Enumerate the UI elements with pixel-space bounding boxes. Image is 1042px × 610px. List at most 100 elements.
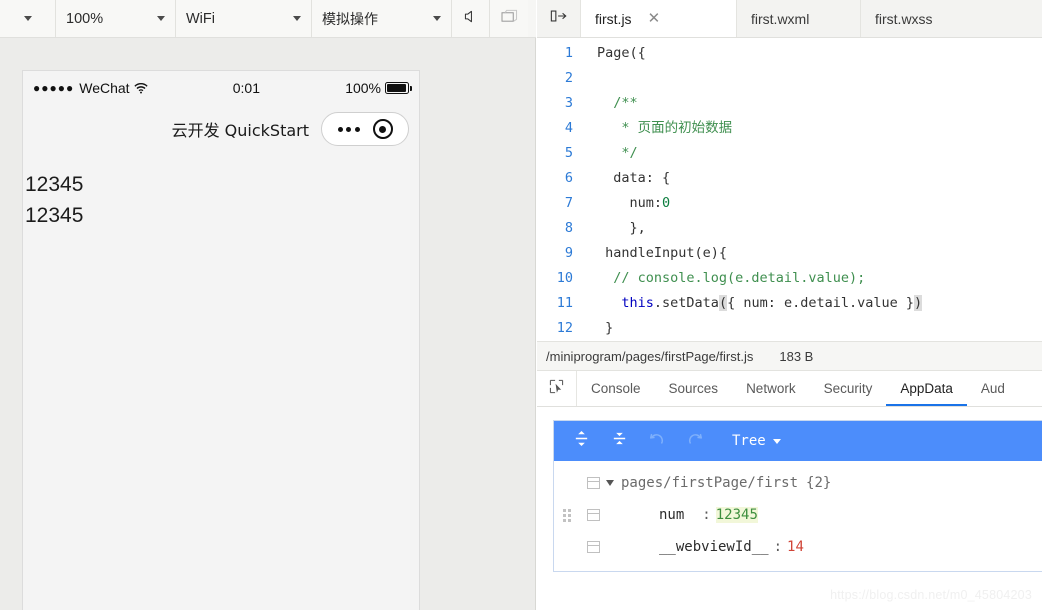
- code-text: handleInput(e){: [583, 241, 727, 266]
- tab-label: first.wxss: [875, 10, 933, 27]
- phone-simulator[interactable]: ●●●●● WeChat 0:01 100% 云开发 QuickStart 12…: [22, 70, 420, 610]
- tree-value[interactable]: 12345: [715, 507, 758, 523]
- more-dots-icon[interactable]: [337, 126, 360, 132]
- tree-row-root[interactable]: pages/firstPage/first {2}: [554, 467, 1042, 499]
- screen-icon: [500, 9, 518, 29]
- signal-dots-icon: ●●●●●: [33, 81, 75, 95]
- tree-key: num: [659, 507, 685, 523]
- code-line[interactable]: 12 }: [537, 316, 1042, 341]
- network-select[interactable]: WiFi: [176, 0, 312, 37]
- code-text: Page({: [583, 41, 646, 66]
- code-text: }: [583, 316, 613, 341]
- tab-label: Sources: [668, 381, 719, 396]
- line-number: 1: [564, 45, 573, 61]
- devtools-window: 100% WiFi 模拟操作 ●●●●● WeChat 0:01 100% 云开…: [0, 0, 1042, 610]
- tab-label: Security: [823, 381, 873, 396]
- code-token: this: [621, 295, 654, 311]
- line-number: 11: [556, 295, 573, 311]
- panel-expand-button[interactable]: [537, 0, 581, 37]
- undo-button[interactable]: [640, 424, 674, 458]
- code-line[interactable]: 8 },: [537, 216, 1042, 241]
- drag-handle[interactable]: [554, 508, 580, 522]
- tab-first-js[interactable]: first.js ✕: [581, 0, 737, 37]
- code-line[interactable]: 2: [537, 66, 1042, 91]
- wechat-capsule[interactable]: [321, 112, 409, 146]
- screen-toggle-button[interactable]: [490, 0, 528, 37]
- tab-console[interactable]: Console: [577, 371, 655, 406]
- tab-label: Aud: [980, 381, 1005, 396]
- file-path: /miniprogram/pages/firstPage/first.js: [546, 348, 754, 364]
- target-icon[interactable]: [372, 119, 393, 139]
- simulator-pane: 100% WiFi 模拟操作 ●●●●● WeChat 0:01 100% 云开…: [0, 0, 536, 610]
- close-icon[interactable]: ✕: [648, 11, 661, 26]
- object-icon: [580, 477, 606, 489]
- zoom-value: 100%: [66, 10, 104, 27]
- tab-security[interactable]: Security: [810, 371, 887, 406]
- tree-value[interactable]: 14: [787, 539, 804, 555]
- code-text: /**: [583, 91, 638, 116]
- code-token: /**: [597, 95, 638, 111]
- tab-label: Network: [746, 381, 796, 396]
- wifi-icon: [133, 81, 148, 96]
- line-number: 6: [564, 170, 573, 186]
- chevron-down-icon: [23, 16, 32, 21]
- code-line[interactable]: 11 this.setData({ num: e.detail.value }): [537, 291, 1042, 316]
- simulate-action-value: 模拟操作: [322, 11, 378, 28]
- code-text: num:0: [583, 191, 671, 216]
- mute-button[interactable]: [452, 0, 490, 37]
- tab-sources[interactable]: Sources: [655, 371, 733, 406]
- redo-button[interactable]: [678, 424, 712, 458]
- file-size: 183 B: [779, 348, 814, 364]
- code-text: * 页面的初始数据: [583, 116, 732, 141]
- code-token: num:: [597, 195, 663, 211]
- code-token: .setData: [653, 295, 719, 311]
- battery-percent: 100%: [345, 80, 381, 96]
- inspect-element-button[interactable]: [537, 371, 577, 406]
- expand-all-button[interactable]: [564, 424, 598, 458]
- tree-row-webviewid[interactable]: __webviewId__ : 14: [554, 531, 1042, 563]
- view-mode-label: Tree: [732, 433, 766, 449]
- chevron-down-icon[interactable]: [606, 479, 614, 490]
- code-token: data: {: [597, 170, 671, 186]
- tab-first-wxml[interactable]: first.wxml: [737, 0, 861, 37]
- appdata-toolbar: Tree: [554, 421, 1042, 461]
- code-token: Page({: [597, 45, 646, 61]
- code-line[interactable]: 7 num:0: [537, 191, 1042, 216]
- collapse-all-icon: [611, 430, 628, 452]
- chevron-down-icon: [772, 438, 781, 444]
- page-title: 云开发 QuickStart: [171, 121, 309, 140]
- object-icon: [580, 509, 606, 521]
- code-text: data: {: [583, 166, 670, 191]
- zoom-select[interactable]: 100%: [56, 0, 176, 37]
- code-line[interactable]: 5 */: [537, 141, 1042, 166]
- code-editor[interactable]: 1 Page({2 3 /** 4 * 页面的初始数据 5 */6 data: {7 n…: [537, 38, 1042, 341]
- code-line[interactable]: 6 data: {: [537, 166, 1042, 191]
- code-token: 0: [662, 195, 671, 211]
- tab-audits[interactable]: Aud: [967, 371, 1019, 406]
- code-token: },: [597, 220, 646, 236]
- code-line[interactable]: 4 * 页面的初始数据: [537, 116, 1042, 141]
- code-text: },: [583, 216, 646, 241]
- simulator-toolbar: 100% WiFi 模拟操作: [0, 0, 536, 38]
- device-select[interactable]: [0, 0, 56, 37]
- code-line[interactable]: 1 Page({: [537, 41, 1042, 66]
- line-number: 10: [556, 270, 573, 286]
- code-line[interactable]: 3 /**: [537, 91, 1042, 116]
- tree-root-label: pages/firstPage/first: [621, 475, 799, 491]
- view-mode-dropdown[interactable]: Tree: [732, 433, 781, 449]
- file-status-bar: /miniprogram/pages/firstPage/first.js 18…: [537, 341, 1042, 371]
- code-line[interactable]: 10 // console.log(e.detail.value);: [537, 266, 1042, 291]
- tree-row-num[interactable]: num : 12345: [554, 499, 1042, 531]
- phone-status-bar: ●●●●● WeChat 0:01 100%: [23, 71, 419, 105]
- collapse-all-button[interactable]: [602, 424, 636, 458]
- simulate-action-select[interactable]: 模拟操作: [312, 0, 452, 37]
- panel-expand-icon: [550, 9, 568, 28]
- tab-network[interactable]: Network: [732, 371, 810, 406]
- tab-first-wxss[interactable]: first.wxss: [861, 0, 985, 37]
- tree-colon: :: [773, 539, 783, 555]
- tab-appdata[interactable]: AppData: [886, 371, 967, 406]
- network-value: WiFi: [186, 10, 215, 27]
- code-token: (: [718, 295, 728, 311]
- code-token: ): [914, 295, 923, 311]
- code-line[interactable]: 9 handleInput(e){: [537, 241, 1042, 266]
